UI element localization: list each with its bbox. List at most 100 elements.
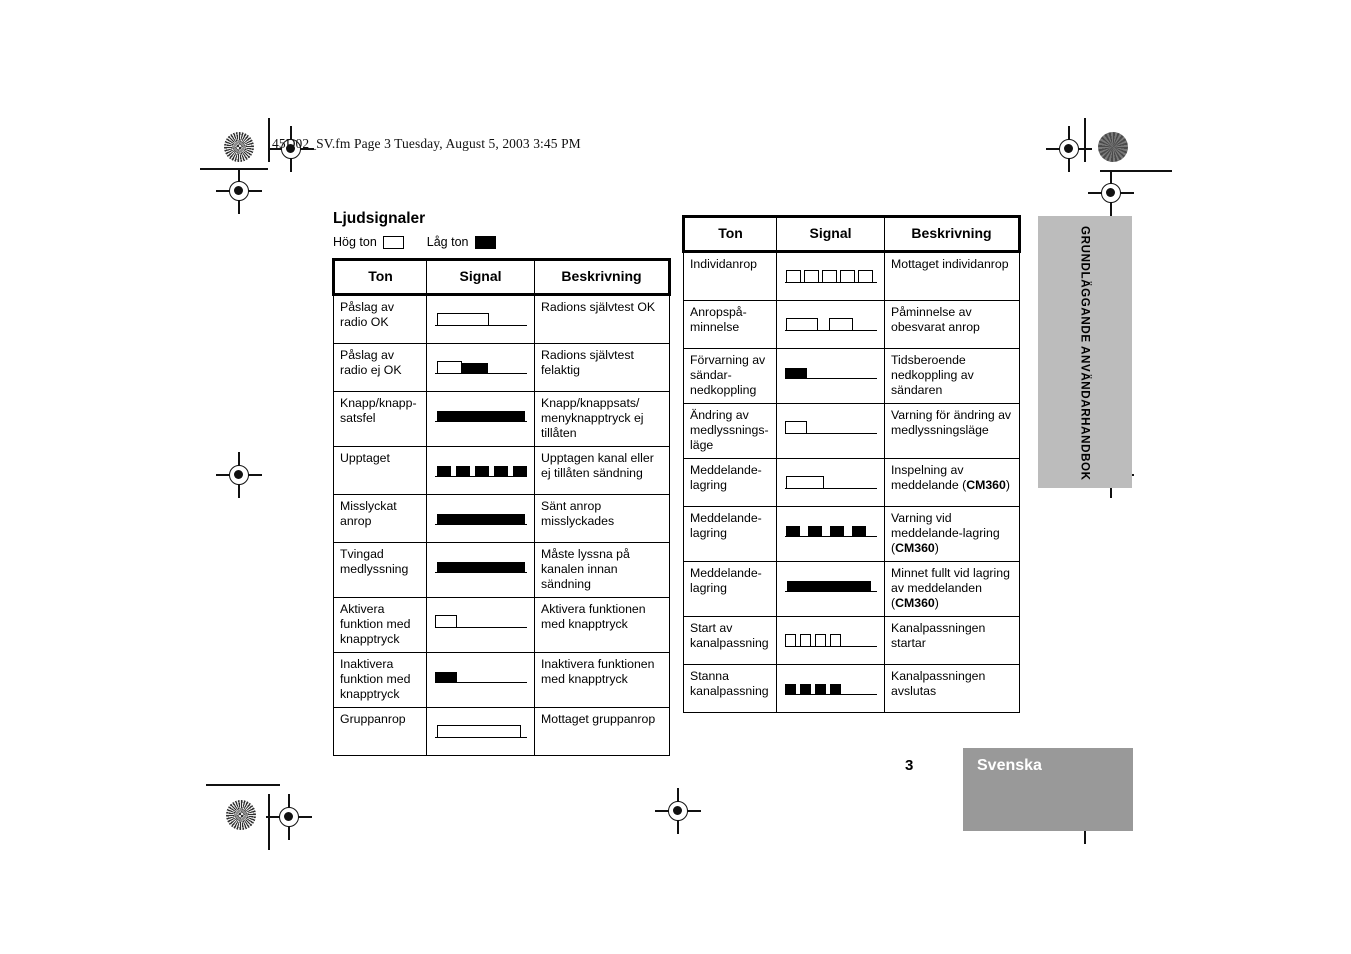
cell-beskrivning: Påminnelse av obesvarat anrop <box>884 300 1020 350</box>
cell-beskrivning: Minnet fullt vid lagring av meddelanden … <box>884 561 1020 618</box>
table-row: Stanna kanalpassning Kanalpassningen avsl… <box>683 664 1020 714</box>
cell-beskrivning: Radions självtest OK <box>534 294 670 345</box>
registration-target-left-upper <box>216 168 262 214</box>
crop-line-top-right-vertical <box>1084 118 1086 162</box>
signal-waveform <box>783 359 879 385</box>
registration-target-bottom-center <box>655 788 701 834</box>
cell-ton: Aktivera funktion med knapptryck <box>333 597 427 654</box>
low-tone-pulse <box>785 368 807 380</box>
table-row: Individanrop Mottaget individanrop <box>683 251 1020 302</box>
tone-table-left: Ton Signal Beskrivning Påslag av radio O… <box>332 257 671 757</box>
registration-star-mark-top-right <box>1098 132 1128 162</box>
high-tone-pulse <box>786 318 818 332</box>
cell-beskrivning: Inaktivera funktionen med knapptryck <box>534 652 670 709</box>
signal-waveform <box>433 457 529 483</box>
cell-signal <box>776 561 885 618</box>
signal-waveform <box>433 402 529 428</box>
model-name-emphasis: CM360 <box>966 478 1006 493</box>
low-tone-pulse <box>808 526 822 538</box>
signal-waveform <box>433 553 529 579</box>
cell-signal <box>776 403 885 460</box>
table-row: Påslag av radio ej OK Radions självtest f… <box>333 343 670 393</box>
crop-line-bottom-left-vertical <box>268 794 270 850</box>
high-tone-pulse <box>829 318 853 332</box>
cell-ton: Tvingad medlyssning <box>333 542 427 599</box>
cell-signal <box>776 348 885 405</box>
cell-signal <box>426 343 535 393</box>
high-tone-pulse <box>437 725 521 739</box>
tone-legend: Hög ton Låg ton <box>333 235 496 249</box>
signal-waveform <box>783 675 879 701</box>
signal-waveform <box>433 608 529 634</box>
low-tone-pulse <box>800 684 811 696</box>
cell-ton: Meddelande-lagring <box>683 458 777 508</box>
crop-line-bottom-left-horizontal <box>206 784 280 786</box>
tone-table-left-body: Påslag av radio OK Radions självtest OK På… <box>333 294 670 757</box>
tone-table-right-body: Individanrop Mottaget individanrop Anropsp… <box>683 251 1020 714</box>
cell-signal <box>426 494 535 544</box>
cell-ton: Start av kanalpassning <box>683 616 777 666</box>
registration-star-mark-bottom-left <box>226 800 256 830</box>
signal-waveform <box>433 354 529 380</box>
cell-beskrivning: Upptagen kanal eller ej tillåten sändnin… <box>534 446 670 496</box>
page-title: Ljudsignaler <box>333 210 426 227</box>
footer-language-label: Svenska <box>977 757 1042 774</box>
low-tone-pulse <box>852 526 866 538</box>
cell-beskrivning: Kanalpassningen startar <box>884 616 1020 666</box>
cell-signal <box>426 652 535 709</box>
cell-signal <box>776 300 885 350</box>
table-row: Ändring av medlyssnings-läge Varning för … <box>683 403 1020 460</box>
file-slug-line: 45D02_SV.fm Page 3 Tuesday, August 5, 20… <box>272 136 581 151</box>
low-tone-pulse <box>494 466 508 478</box>
column-header-beskrivning: Beskrivning <box>884 214 1021 254</box>
high-tone-pulse <box>786 270 801 284</box>
cell-signal <box>776 664 885 714</box>
table-row: Aktivera funktion med knapptryck Aktivera… <box>333 597 670 654</box>
cell-ton: Ändring av medlyssnings-läge <box>683 403 777 460</box>
signal-waveform <box>783 572 879 598</box>
high-tone-pulse <box>437 361 462 375</box>
table-row: Meddelande-lagring Varning vid meddelande… <box>683 506 1020 563</box>
low-tone-pulse <box>787 581 871 593</box>
model-name-emphasis: CM360 <box>895 596 935 611</box>
signal-waveform <box>433 663 529 689</box>
cell-beskrivning: Mottaget gruppanrop <box>534 707 670 757</box>
high-tone-pulse <box>785 634 796 648</box>
cell-signal <box>426 707 535 757</box>
cell-signal <box>426 391 535 448</box>
cell-signal <box>426 542 535 599</box>
table-header-row: Ton Signal Beskrivning <box>332 257 671 297</box>
table-row: Påslag av radio OK Radions självtest OK <box>333 294 670 345</box>
cell-ton: Gruppanrop <box>333 707 427 757</box>
table-row: Misslyckat anrop Sänt anrop misslyckades <box>333 494 670 544</box>
signal-waveform <box>783 627 879 653</box>
cell-beskrivning: Aktivera funktionen med knapptryck <box>534 597 670 654</box>
signal-waveform <box>783 517 879 543</box>
low-tone-pulse <box>830 526 844 538</box>
high-tone-pulse <box>830 634 841 648</box>
cell-signal <box>776 458 885 508</box>
high-tone-pulse <box>800 634 811 648</box>
registration-target-bottom-left <box>266 794 312 840</box>
signal-waveform <box>433 718 529 744</box>
signal-waveform <box>783 311 879 337</box>
table-row: Tvingad medlyssning Måste lyssna på kanal… <box>333 542 670 599</box>
crop-line-top-right-horizontal <box>1100 170 1172 172</box>
cell-ton: Påslag av radio ej OK <box>333 343 427 393</box>
high-tone-pulse <box>786 476 824 490</box>
high-tone-pulse <box>804 270 819 284</box>
cell-ton: Inaktivera funktion med knapptryck <box>333 652 427 709</box>
low-tone-pulse <box>437 411 525 423</box>
low-tone-pulse <box>475 466 489 478</box>
registration-target-left-middle <box>216 452 262 498</box>
cell-ton: Misslyckat anrop <box>333 494 427 544</box>
cell-beskrivning: Måste lyssna på kanalen innan sändning <box>534 542 670 599</box>
high-tone-pulse <box>785 421 807 435</box>
cell-ton: Förvarning av sändar-nedkoppling <box>683 348 777 405</box>
signal-waveform <box>433 306 529 332</box>
cell-beskrivning: Sänt anrop misslyckades <box>534 494 670 544</box>
signal-waveform <box>433 505 529 531</box>
model-name-emphasis: CM360 <box>895 541 935 556</box>
table-row: Gruppanrop Mottaget gruppanrop <box>333 707 670 757</box>
cell-ton: Meddelande-lagring <box>683 561 777 618</box>
